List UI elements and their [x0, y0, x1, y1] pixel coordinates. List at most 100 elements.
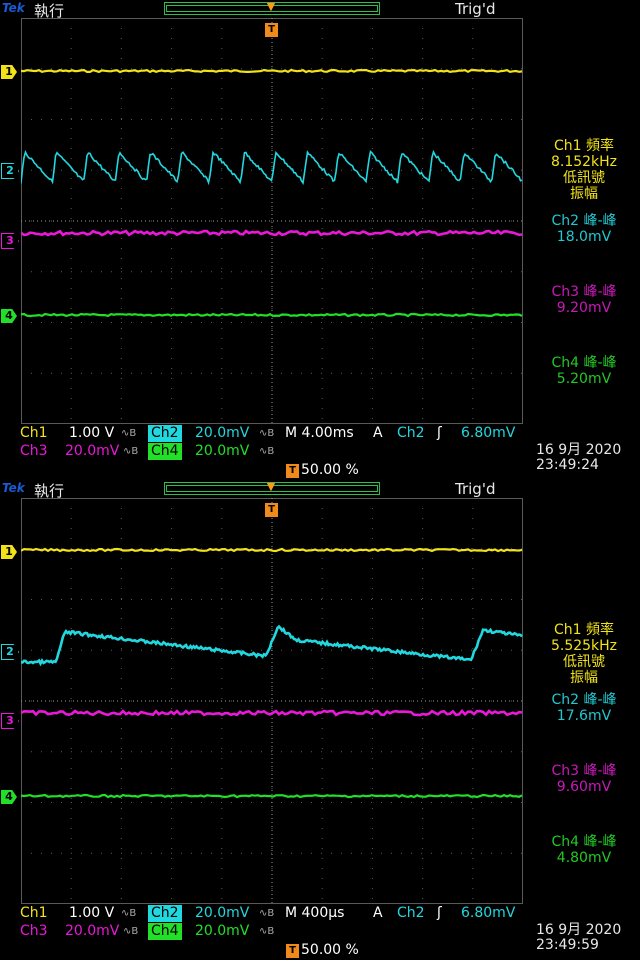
scope-screen-top: Tek 執行 ▼ Trig'd T 1 2 3 4 Ch1 頻率 8.152kH…	[0, 0, 640, 480]
measurement-ch4-peak-to-peak: Ch4 峰-峰 4.80mV	[528, 834, 640, 866]
graticule-grid	[21, 498, 523, 904]
measurement-title: Ch3 峰-峰	[551, 284, 617, 300]
trigger-state: Trig'd	[455, 0, 496, 18]
ch2-label[interactable]: Ch2	[148, 425, 182, 442]
trigger-position-caret-icon: ▼	[266, 0, 276, 13]
ch3-ground-marker[interactable]: 3	[1, 233, 19, 249]
ch1-label[interactable]: Ch1	[17, 905, 51, 922]
trigger-marker-icon: T	[286, 464, 299, 478]
ch4-ground-marker[interactable]: 4	[1, 309, 17, 323]
measurement-ch2-peak-to-peak: Ch2 峰-峰 18.0mV	[528, 213, 640, 245]
ch4-scale[interactable]: 20.0mV	[192, 443, 252, 460]
scope-screen-bottom: Tek 執行 ▼ Trig'd T 1 2 3 4 Ch1 頻率 5.525kH…	[0, 480, 640, 960]
timestamp: 16 9月 2020 23:49:24	[536, 443, 640, 473]
brand-logo: Tek	[2, 481, 25, 495]
ch4-ground-marker[interactable]: 4	[1, 790, 17, 804]
ch1-scale[interactable]: 1.00 V	[66, 905, 117, 922]
measurement-title: Ch3 峰-峰	[551, 763, 617, 779]
trace-ch3	[21, 229, 523, 237]
trace-ch1	[21, 68, 523, 74]
measurement-value: 17.6mV	[556, 708, 612, 724]
measurement-value: 8.152kHz	[550, 154, 618, 170]
trace-ch2	[21, 624, 523, 667]
measurement-value: 5.20mV	[556, 371, 612, 387]
measurement-ch3-peak-to-peak: Ch3 峰-峰 9.20mV	[528, 284, 640, 316]
status-row-1: Ch1 1.00 V ∿B Ch2 20.0mV ∿B M 4.00ms A C…	[0, 425, 640, 442]
bandwidth-limit-icon: ∿B	[259, 926, 275, 937]
bandwidth-limit-icon: ∿B	[123, 446, 139, 457]
measurement-title: Ch4 峰-峰	[551, 355, 617, 371]
trigger-position-value: 50.00 %	[301, 942, 359, 958]
trigger-position-marker-icon[interactable]: T	[265, 23, 278, 37]
trigger-mode[interactable]: A	[370, 425, 386, 442]
ch1-ground-marker[interactable]: 1	[1, 65, 17, 79]
graticule-svg	[21, 18, 523, 424]
trigger-position-value: 50.00 %	[301, 462, 359, 478]
ch1-ground-marker[interactable]: 1	[1, 545, 17, 559]
ch1-scale[interactable]: 1.00 V	[66, 425, 117, 442]
trigger-level[interactable]: 6.80mV	[458, 425, 518, 442]
trigger-source[interactable]: Ch2	[394, 425, 428, 442]
date: 16 9月 2020	[536, 442, 622, 458]
bandwidth-limit-icon: ∿B	[123, 926, 139, 937]
trigger-position-readout[interactable]: T 50.00 %	[286, 462, 376, 478]
measurement-title: Ch2 峰-峰	[551, 692, 617, 708]
measurement-value: 18.0mV	[556, 229, 612, 245]
ch2-label[interactable]: Ch2	[148, 905, 182, 922]
ch3-label[interactable]: Ch3	[17, 443, 51, 460]
trace-ch3	[21, 709, 523, 717]
ch4-scale[interactable]: 20.0mV	[192, 923, 252, 940]
bandwidth-limit-icon: ∿B	[259, 428, 275, 439]
ch4-label[interactable]: Ch4	[148, 923, 182, 940]
ch2-ground-marker[interactable]: 2	[1, 163, 19, 179]
trace-ch1	[21, 547, 523, 553]
measurement-value: 5.525kHz	[550, 638, 618, 654]
measurement-value: 9.20mV	[556, 300, 612, 316]
trigger-mode[interactable]: A	[370, 905, 386, 922]
ch1-label[interactable]: Ch1	[17, 425, 51, 442]
trigger-position-readout[interactable]: T 50.00 %	[286, 942, 376, 958]
time: 23:49:24	[536, 457, 599, 473]
bandwidth-limit-icon: ∿B	[121, 428, 137, 439]
ch2-ground-marker[interactable]: 2	[1, 644, 19, 660]
ch2-scale[interactable]: 20.0mV	[192, 905, 252, 922]
measurement-title: Ch4 峰-峰	[551, 834, 617, 850]
measurement-ch2-peak-to-peak: Ch2 峰-峰 17.6mV	[528, 692, 640, 724]
trigger-state: Trig'd	[455, 480, 496, 498]
rising-edge-icon: ʃ	[437, 425, 442, 441]
measurement-ch4-peak-to-peak: Ch4 峰-峰 5.20mV	[528, 355, 640, 387]
waveform-graticule[interactable]	[21, 18, 523, 424]
status-row-1: Ch1 1.00 V ∿B Ch2 20.0mV ∿B M 400µs A Ch…	[0, 905, 640, 922]
ch4-label[interactable]: Ch4	[148, 443, 182, 460]
timestamp: 16 9月 2020 23:49:59	[536, 923, 640, 953]
time: 23:49:59	[536, 937, 599, 953]
measurement-note: 振幅	[570, 186, 598, 202]
trigger-level[interactable]: 6.80mV	[458, 905, 518, 922]
trigger-marker-icon: T	[286, 944, 299, 958]
brand-logo: Tek	[2, 1, 25, 15]
measurement-ch1-frequency: Ch1 頻率 5.525kHz 低訊號 振幅	[528, 622, 640, 686]
measurement-note: 低訊號	[563, 654, 605, 670]
ch3-label[interactable]: Ch3	[17, 923, 51, 940]
graticule-svg	[21, 498, 523, 904]
measurement-title: Ch2 峰-峰	[551, 213, 617, 229]
trace-ch4	[21, 312, 523, 318]
ch3-scale[interactable]: 20.0mV	[62, 923, 122, 940]
bandwidth-limit-icon: ∿B	[259, 446, 275, 457]
ch3-ground-marker[interactable]: 3	[1, 713, 19, 729]
trace-ch2	[21, 149, 523, 186]
ch3-scale[interactable]: 20.0mV	[62, 443, 122, 460]
bandwidth-limit-icon: ∿B	[259, 908, 275, 919]
trigger-source[interactable]: Ch2	[394, 905, 428, 922]
measurement-note: 低訊號	[563, 170, 605, 186]
measurement-ch1-frequency: Ch1 頻率 8.152kHz 低訊號 振幅	[528, 138, 640, 202]
measurement-title: Ch1 頻率	[553, 622, 614, 638]
timebase[interactable]: M 400µs	[282, 905, 347, 922]
ch2-scale[interactable]: 20.0mV	[192, 425, 252, 442]
waveform-graticule[interactable]	[21, 498, 523, 904]
bandwidth-limit-icon: ∿B	[121, 908, 137, 919]
trigger-position-caret-icon: ▼	[266, 480, 276, 493]
timebase[interactable]: M 4.00ms	[282, 425, 357, 442]
measurement-value: 4.80mV	[556, 850, 612, 866]
trigger-position-marker-icon[interactable]: T	[265, 503, 278, 517]
